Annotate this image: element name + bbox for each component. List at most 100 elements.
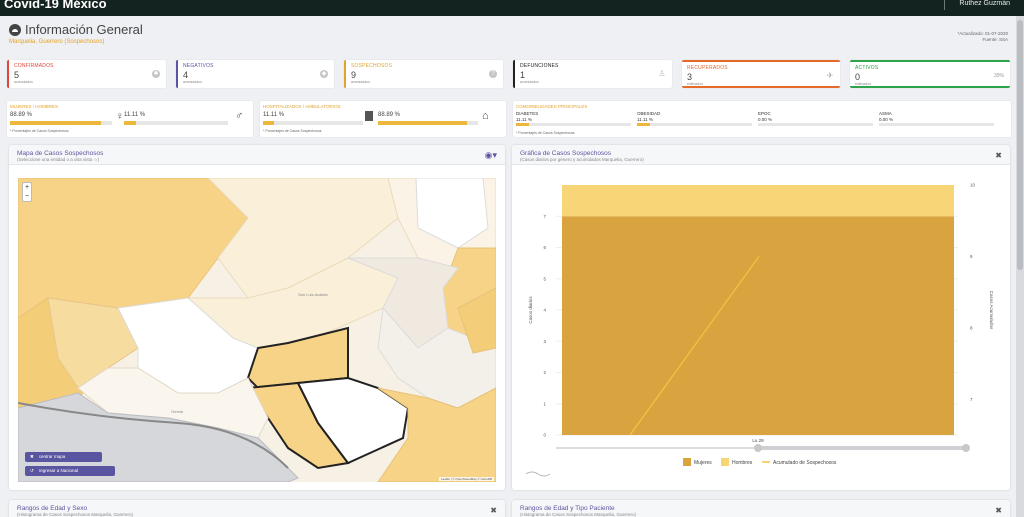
comorb-item-diabetes: DIABETES 11.11 % — [516, 111, 631, 126]
female-icon: ♀ — [116, 111, 124, 122]
comorb-name: DIABETES — [516, 111, 539, 116]
legend-label-men: Hombres — [732, 460, 753, 466]
stat-value: 4 — [183, 70, 189, 80]
male-icon: ♂ — [235, 110, 244, 122]
chart-svg: 0 1 2 3 4 5 6 7 7 8 9 10 Casos diarios Casos Acumulad… — [525, 183, 994, 477]
y2-tick-label: 10 — [970, 183, 976, 188]
women-bar — [10, 121, 112, 125]
person-icon: ♙ — [658, 69, 666, 78]
comorb-bar — [516, 123, 631, 126]
zoom-out-button[interactable]: − — [23, 192, 31, 201]
app-brand[interactable]: Covid-19 México — [4, 0, 107, 11]
stat-value: 0 — [855, 72, 861, 82]
shield-icon: ◆ — [320, 70, 328, 78]
data-source: Fuente: SSA — [982, 37, 1008, 42]
age-sex-panel: Rangos de Edad y Sexo (Histograma de Cas… — [9, 500, 505, 517]
stat-value: 3 — [687, 72, 693, 82]
comorb-bar — [758, 123, 873, 126]
stat-defunciones[interactable]: DEFUNCIONES 1 acumulados ♙ — [513, 60, 672, 88]
legend-label-women: Mujeres — [694, 460, 712, 466]
chart-panel-header: Gráfica de Casos Sospechosos (Casos diar… — [512, 145, 1010, 165]
center-map-button[interactable]: ✖ centrar mapa — [25, 452, 102, 462]
close-icon[interactable]: ✖ — [995, 506, 1002, 515]
top-navbar: Covid-19 México Ruthez Guzmán — [0, 0, 1024, 16]
legend-swatch-women — [683, 458, 691, 466]
back-national-label: regresar a Nacional — [38, 468, 79, 473]
map-view[interactable]: San Luis Acatlán Ometa + − ✖ centrar map… — [18, 178, 496, 482]
stat-value: 5 — [14, 70, 20, 80]
y-tick-label: 2 — [543, 370, 546, 375]
map-attribution: Leaflet | © OpenStreetMap © CartoDB — [438, 477, 494, 481]
age-sex-title: Rangos de Edad y Sexo — [17, 505, 88, 512]
comorb-pct: 0.00 % — [758, 117, 773, 122]
hospital-icon — [365, 111, 373, 121]
gender-footnote: * Porcentajes de Casos Sospechosos — [10, 129, 69, 133]
chart-title: Gráfica de Casos Sospechosos — [520, 150, 612, 157]
y-tick-label: 4 — [543, 308, 546, 313]
map-place-label: San Luis Acatlán — [298, 292, 328, 297]
close-icon[interactable]: ✖ — [490, 506, 497, 515]
stat-sub: estimados — [687, 82, 703, 86]
stat-sub: acumulados — [183, 80, 202, 84]
comorb-item-obesidad: OBESIDAD 11.11 % — [637, 111, 752, 126]
stat-sub: acumulados — [14, 80, 33, 84]
y-tick-label: 7 — [543, 214, 546, 219]
gender-box: MUJERES / HOMBRES 88.89 % ♀ 11.11 % ♂ * … — [7, 101, 253, 137]
page-scrollbar[interactable] — [1016, 16, 1024, 517]
stat-value: 9 — [351, 70, 357, 80]
y-axis-label: Casos diarios — [528, 296, 533, 324]
hosp-bar — [263, 121, 363, 125]
comorb-name: OBESIDAD — [637, 111, 661, 116]
comorb-name: EPOC — [758, 111, 771, 116]
chart-subtitle: (Casos diarios por género y acumulados M… — [520, 157, 644, 162]
women-pct: 88.89 % — [10, 112, 33, 118]
y-tick-label: 1 — [543, 401, 546, 406]
user-menu[interactable]: Ruthez Guzmán — [944, 0, 1010, 10]
back-national-button[interactable]: ↺ regresar a Nacional — [25, 466, 115, 476]
stat-sub: estimados — [855, 82, 871, 86]
gender-header: MUJERES / HOMBRES — [10, 104, 59, 109]
stat-confirmados[interactable]: CONFIRMADOS 5 acumulados ✱ — [7, 60, 166, 88]
zoom-control: + − — [22, 182, 32, 202]
y-tick-label: 5 — [543, 276, 546, 281]
map-place-label: Ometa — [171, 409, 184, 414]
y2-axis-label: Casos Acumulados — [989, 291, 994, 330]
y2-tick-label: 7 — [970, 397, 973, 402]
page-title: Información General — [25, 22, 143, 37]
bar-men — [562, 185, 954, 217]
stat-value: 1 — [520, 70, 526, 80]
y2-tick-label: 8 — [970, 325, 973, 330]
x-tick-label: Lu 29 — [752, 438, 764, 443]
stat-label: RECUPERADOS — [687, 65, 728, 71]
zoom-in-button[interactable]: + — [23, 183, 31, 192]
close-icon: ✖ — [30, 454, 34, 459]
navigator-handle-left — [754, 444, 762, 452]
chart-icon: 39% — [993, 73, 1004, 79]
navigator-range — [758, 446, 966, 450]
stat-label: SOSPECHOSOS — [351, 63, 393, 69]
comorb-pct: 11.11 % — [637, 117, 653, 122]
y-tick-label: 0 — [543, 433, 546, 438]
men-pct: 11.11 % — [124, 112, 146, 118]
stat-negativos[interactable]: NEGATIVOS 4 acumulados ◆ — [176, 60, 334, 88]
stat-label: ACTIVOS — [855, 65, 879, 71]
scrollbar-thumb[interactable] — [1017, 20, 1023, 270]
comorb-item-epoc: EPOC 0.00 % — [758, 111, 873, 126]
age-type-header: Rangos de Edad y Tipo Paciente (Histogra… — [512, 500, 1010, 517]
close-icon[interactable]: ✖ — [995, 151, 1002, 160]
map-title: Mapa de Casos Sospechosos — [17, 150, 104, 157]
eye-icon[interactable]: ◉▾ — [485, 150, 497, 161]
amb-pct: 88.89 % — [378, 112, 401, 118]
stat-recuperados[interactable]: RECUPERADOS 3 estimados ✈ — [682, 60, 840, 88]
map-subtitle: (Seleccione una entidad o a otra vista ☆… — [17, 157, 100, 162]
comorb-header: COMORBILIDADES PRINCIPALES — [516, 104, 588, 109]
bar-women — [562, 216, 954, 435]
stat-label: NEGATIVOS — [183, 63, 214, 69]
comorb-pct: 11.11 % — [516, 117, 532, 122]
page-subtitle: Marquelia, Guerrero (Sospechosos) — [9, 39, 105, 45]
age-type-panel: Rangos de Edad y Tipo Paciente (Histogra… — [512, 500, 1010, 517]
stat-sospechosos[interactable]: SOSPECHOSOS 9 acumulados ? — [344, 60, 503, 88]
comorb-bar — [879, 123, 994, 126]
hospital-footnote: * Porcentajes de Casos Sospechosos — [263, 129, 322, 133]
stat-activos[interactable]: ACTIVOS 0 estimados 39% — [850, 60, 1010, 88]
